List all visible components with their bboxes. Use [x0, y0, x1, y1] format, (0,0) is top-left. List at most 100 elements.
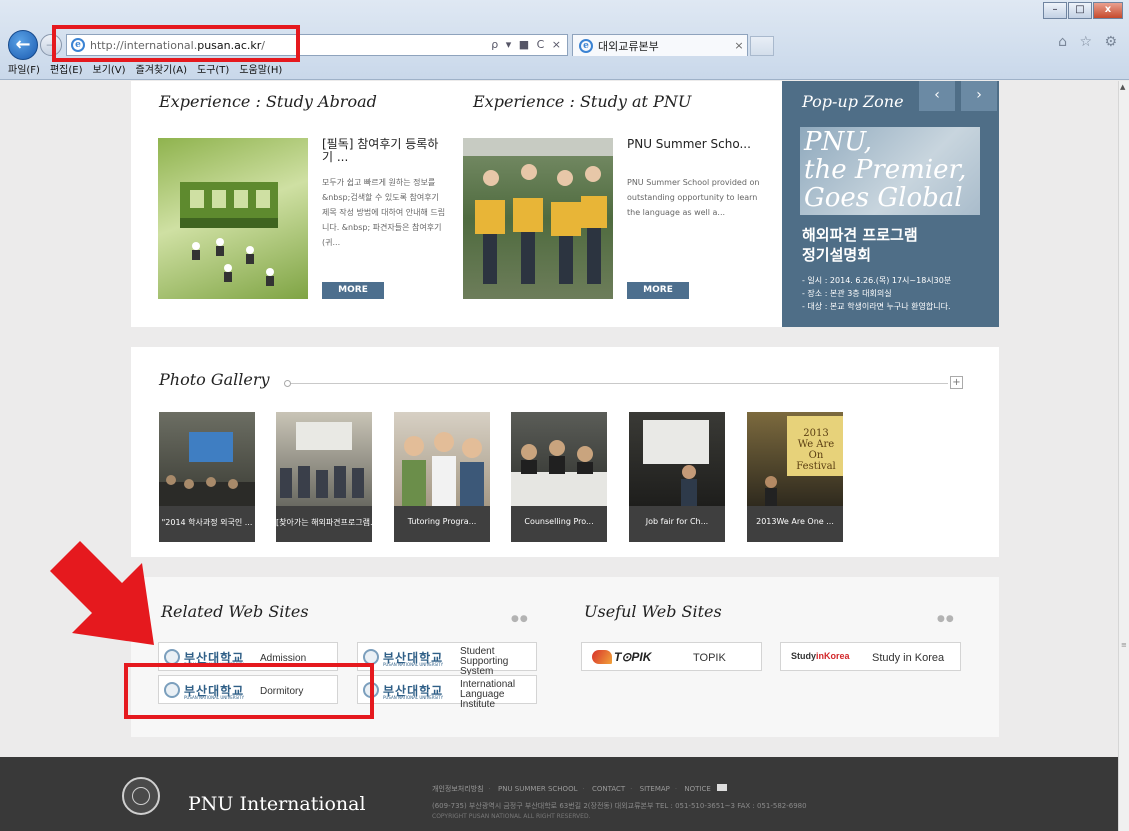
study-at-pnu-body: PNU Summer School provided on outstandin… — [627, 178, 760, 217]
site-label: TOPIK — [693, 652, 726, 664]
maximize-button[interactable]: □ — [1068, 2, 1092, 19]
scroll-grip-icon[interactable]: ≡ — [1121, 641, 1127, 649]
footer-link-contact[interactable]: CONTACT — [592, 785, 625, 793]
gallery-item[interactable]: Job fair for Ch... — [629, 412, 725, 542]
topik-logo-text: T⊙PIK — [614, 650, 652, 664]
popup-zone: Pop-up Zone ‹ › PNU, the Premier, Goes G… — [782, 81, 999, 327]
footer-link-sitemap[interactable]: SITEMAP — [640, 785, 670, 793]
annotation-arrow-icon — [50, 541, 154, 645]
new-tab-button[interactable] — [750, 36, 774, 56]
menu-edit[interactable]: 편집(E) — [50, 61, 83, 76]
study-abroad-body: 모두가 쉽고 빠르게 원하는 정보를&nbsp;검색할 수 있도록 참여후기 제… — [322, 178, 446, 247]
gallery-photo — [159, 412, 255, 506]
tab-close-icon[interactable]: × — [731, 39, 747, 52]
popup-info-target: - 대상 : 본교 학생이라면 누구나 환영합니다. — [802, 302, 951, 311]
study-abroad-more-button[interactable]: MORE — [322, 282, 384, 299]
pnu-seal-icon — [122, 777, 160, 815]
minimize-button[interactable]: – — [1043, 2, 1067, 19]
gallery-photo — [629, 412, 725, 506]
popup-prev-button[interactable]: ‹ — [919, 81, 955, 111]
gallery-divider-dot — [284, 380, 291, 387]
menu-view[interactable]: 보기(V) — [93, 61, 126, 76]
tab-title: 대외교류본부 — [598, 39, 659, 53]
scroll-up-icon[interactable]: ▲ — [1120, 83, 1125, 91]
topik-logo: T⊙PIK — [592, 650, 651, 664]
study-at-pnu-headline[interactable]: PNU Summer Scho... — [627, 138, 752, 151]
study-at-pnu-thumbnail[interactable] — [463, 138, 613, 299]
menu-file[interactable]: 파일(F) — [8, 61, 40, 76]
home-favorites-tools-icons[interactable]: ⌂ ☆ ⚙ — [1058, 34, 1121, 50]
study-at-pnu-more-button[interactable]: MORE — [627, 282, 689, 299]
footer-address: (609-735) 부산광역시 금정구 부산대학로 63번길 2(장전동) 대외… — [432, 802, 807, 810]
study-abroad-headline[interactable]: [필독] 참여후기 등록하기 ... — [322, 138, 447, 164]
gallery-photo — [511, 412, 607, 506]
annotation-box-dormitory — [124, 663, 374, 719]
festival-line-3: Festival — [796, 461, 836, 472]
site-label: Study in Korea — [872, 652, 945, 664]
study-at-pnu-title: Experience : Study at PNU — [473, 92, 692, 111]
study-abroad-thumbnail[interactable] — [158, 138, 308, 299]
banner-line-2: the Premier, — [804, 155, 967, 185]
popup-headline-1: 해외파견 프로그램 — [802, 226, 918, 244]
useful-sites-pager-dots[interactable]: ●● — [937, 614, 955, 624]
site-student-support-button[interactable]: 부산대학교 PUSAN NATIONAL UNIVERSITY Student … — [357, 642, 537, 677]
footer: PNU International 개인정보처리방침 · PNU SUMMER S… — [0, 757, 1118, 831]
banner-line-3: Goes Global — [804, 183, 963, 213]
site-study-in-korea-button[interactable]: StudyinKorea Study in Korea — [780, 642, 961, 671]
gallery-item[interactable]: [찾아가는 해외파견프로그램... — [276, 412, 372, 542]
pnu-logo-english: PUSAN NATIONAL UNIVERSITY — [383, 695, 444, 700]
site-label-line-2: Supporting System — [460, 656, 509, 677]
footer-title: PNU International — [188, 793, 366, 815]
popup-info-date: - 일시 : 2014. 6.26.(목) 17시~18시30분 — [802, 276, 952, 285]
menu-tools[interactable]: 도구(T) — [197, 61, 229, 76]
popup-zone-title: Pop-up Zone — [802, 92, 904, 111]
gallery-item[interactable]: Tutoring Progra... — [394, 412, 490, 542]
useful-sites-title: Useful Web Sites — [584, 602, 722, 621]
address-tools-icons[interactable]: ρ ▾ ■ C × — [491, 38, 563, 51]
footer-copyright: COPYRIGHT PUSAN NATIONAL ALL RIGHT RESER… — [432, 813, 591, 820]
close-window-button[interactable]: x — [1093, 2, 1123, 19]
gallery-photo: 2013 We Are On Festival — [747, 412, 843, 506]
popup-headline-2: 정기설명회 — [802, 246, 872, 264]
browser-tab[interactable]: e 대외교류본부 × — [572, 34, 748, 56]
study-abroad-title: Experience : Study Abroad — [159, 92, 377, 111]
site-label-line-2: Language Institute — [460, 689, 505, 710]
study-in-korea-logo: StudyinKorea — [791, 651, 850, 661]
footer-links: 개인정보처리방침 · PNU SUMMER SCHOOL · CONTACT · SI… — [432, 784, 727, 794]
gallery-caption: 2013We Are One ... — [747, 506, 843, 542]
festival-year: 2013 — [803, 428, 829, 439]
gallery-item[interactable]: "2014 학사과정 외국인 ... — [159, 412, 255, 542]
gallery-item[interactable]: Counselling Pro... — [511, 412, 607, 542]
gallery-caption: Counselling Pro... — [511, 506, 607, 542]
gallery-caption: Tutoring Progra... — [394, 506, 490, 542]
popup-banner[interactable]: PNU, the Premier, Goes Global — [800, 127, 980, 215]
popup-next-button[interactable]: › — [961, 81, 997, 111]
topik-mark-icon — [592, 650, 612, 664]
gallery-item[interactable]: 2013 We Are On Festival 2013We Are One .… — [747, 412, 843, 542]
menu-favorites[interactable]: 즐겨찾기(A) — [136, 61, 187, 76]
gallery-caption: [찾아가는 해외파견프로그램... — [276, 506, 372, 542]
related-sites-title: Related Web Sites — [161, 602, 309, 621]
sik-logo-study: Study — [791, 651, 817, 661]
site-topik-button[interactable]: T⊙PIK TOPIK — [581, 642, 762, 671]
gallery-caption: "2014 학사과정 외국인 ... — [159, 506, 255, 542]
back-button[interactable]: ← — [8, 30, 38, 60]
vertical-scrollbar[interactable]: ▲ ≡ — [1118, 81, 1129, 831]
gallery-more-button[interactable]: + — [950, 376, 963, 389]
gallery-photo — [394, 412, 490, 506]
menu-help[interactable]: 도움말(H) — [239, 61, 282, 76]
gallery-caption: Job fair for Ch... — [629, 506, 725, 542]
annotation-box-address-bar — [52, 25, 300, 62]
related-sites-pager-dots[interactable]: ●● — [511, 614, 529, 624]
gallery-divider — [284, 383, 948, 384]
festival-sign: 2013 We Are On Festival — [791, 428, 841, 472]
site-language-institute-button[interactable]: 부산대학교 PUSAN NATIONAL UNIVERSITY Internat… — [357, 675, 537, 710]
window-controls: – □ x — [1042, 2, 1123, 19]
footer-link-notice[interactable]: NOTICE — [684, 785, 710, 793]
sik-logo-inkorea: inKorea — [816, 651, 850, 661]
popup-info-place: - 장소 : 본관 3층 대회의실 — [802, 289, 892, 298]
footer-link-summer-school[interactable]: PNU SUMMER SCHOOL — [498, 785, 577, 793]
footer-link-privacy[interactable]: 개인정보처리방침 — [432, 785, 484, 793]
mail-icon — [717, 784, 727, 791]
gallery-photo — [276, 412, 372, 506]
